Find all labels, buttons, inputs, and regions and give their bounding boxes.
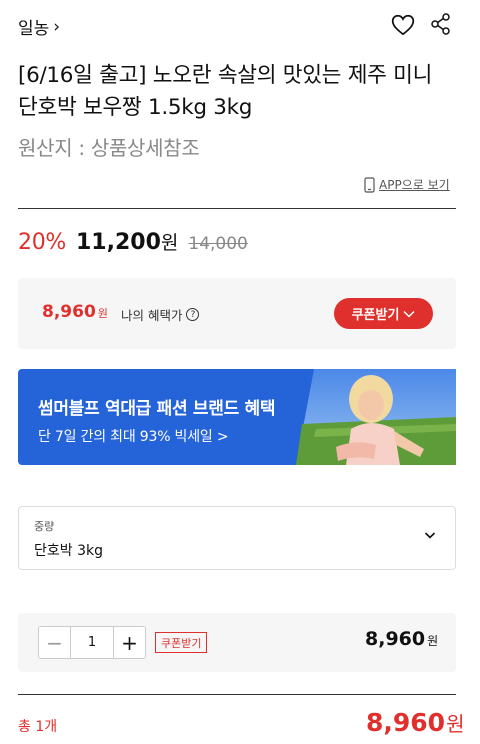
option-value: 단호박 3kg — [34, 543, 103, 559]
heart-icon[interactable] — [390, 12, 416, 38]
coupon-download-button[interactable]: 쿠폰받기 — [334, 298, 433, 329]
total-count: 총 1개 — [18, 719, 58, 735]
divider — [18, 694, 456, 695]
option-label: 중량 — [34, 520, 55, 533]
currency-unit: 원 — [160, 232, 179, 254]
coupon-button-label: 쿠폰받기 — [351, 308, 400, 323]
currency-unit: 원 — [427, 634, 439, 648]
seller-name: 일농 — [18, 19, 50, 39]
chevron-right-icon: › — [53, 16, 61, 37]
currency-unit: 원 — [446, 712, 465, 736]
sale-price-value: 11,200 — [76, 230, 161, 255]
banner-model-image — [296, 369, 456, 465]
increase-button[interactable]: + — [113, 627, 145, 658]
benefit-price-value: 8,960 — [42, 302, 96, 322]
total-price: 8,960 원 — [366, 708, 464, 737]
original-price: 14,000 — [188, 234, 248, 254]
total-price-value: 8,960 — [366, 708, 446, 737]
banner-subtitle: 단 7일 간의 최대 93% 빅세일 > — [38, 429, 229, 445]
decrease-button[interactable]: − — [39, 627, 71, 658]
benefit-label-text: 나의 혜택가 — [121, 308, 183, 323]
quantity-value[interactable]: 1 — [71, 627, 113, 658]
chevron-down-icon — [424, 532, 436, 539]
share-icon[interactable] — [430, 12, 452, 36]
chevron-down-icon — [403, 310, 415, 318]
item-price-value: 8,960 — [365, 628, 426, 650]
divider — [18, 208, 456, 209]
price-row: 20% 11,200원 14,000 — [18, 228, 248, 255]
app-view-link[interactable]: APP으로 보기 — [364, 176, 450, 193]
product-origin: 원산지 : 상품상세참조 — [18, 136, 200, 160]
quantity-stepper: − 1 + — [38, 626, 146, 659]
discount-rate: 20% — [18, 230, 66, 255]
help-icon[interactable]: ? — [186, 308, 200, 321]
phone-icon — [364, 176, 375, 193]
currency-unit: 원 — [97, 307, 108, 320]
banner-title: 썸머블프 역대급 패션 브랜드 혜택 — [38, 399, 276, 419]
product-title: [6/16일 출고] 노오란 속살의 맛있는 제주 미니 단호박 보우짱 1.5… — [18, 63, 433, 120]
coupon-tag-button[interactable]: 쿠폰받기 — [155, 632, 208, 653]
benefit-price: 8,960 원 — [42, 302, 108, 322]
item-price: 8,960 원 — [365, 628, 438, 650]
seller-link[interactable]: 일농 › — [18, 14, 61, 40]
sale-price: 11,200원 — [76, 228, 178, 255]
app-view-label: APP으로 보기 — [379, 178, 450, 192]
weight-option-select[interactable] — [18, 506, 456, 570]
benefit-label[interactable]: 나의 혜택가 ? — [121, 305, 200, 324]
